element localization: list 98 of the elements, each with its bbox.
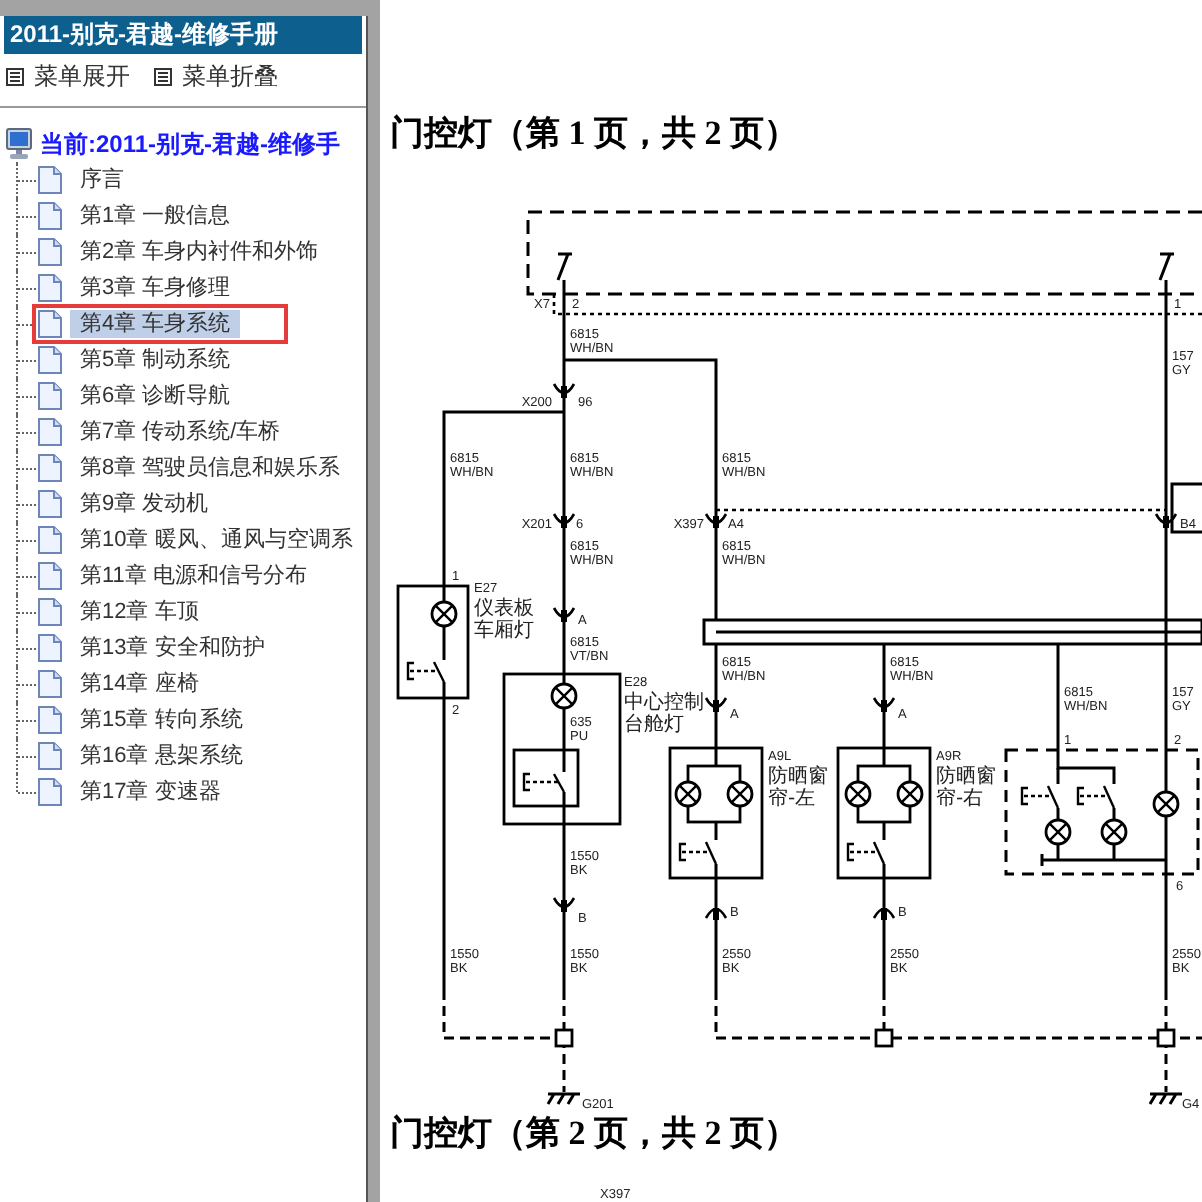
sidebar-title: 2011-别克-君越-维修手册 [4,16,362,54]
lamp-icon [430,600,458,628]
wire-line [882,644,886,766]
wire-loop [856,764,912,824]
tree-item[interactable]: 第6章 诊断导航 [70,382,241,410]
wire-line [882,864,886,990]
document-icon [38,598,62,626]
tree-item[interactable]: 第2章 车身内衬件和外饰 [70,238,329,266]
component-box [836,746,932,880]
document-icon [38,778,62,806]
lamp-icon [1100,818,1128,846]
tree-item[interactable]: 第15章 转向系统 [70,706,253,734]
tree-item[interactable]: 第12章 车顶 [70,598,209,626]
ground-icon [1148,1092,1184,1106]
document-icon [38,742,62,770]
tree-item[interactable]: 第5章 制动系统 [70,346,241,374]
tree-item[interactable]: 第14章 座椅 [70,670,209,698]
dashed-wire [442,990,556,1040]
wire-line [714,644,718,766]
tree-item[interactable]: 第3章 车身修理 [70,274,241,302]
document-icon [38,310,62,338]
connector-icon [704,513,728,528]
connector-icon [1154,513,1178,528]
document-icon [38,238,62,266]
switch-icon [846,841,886,865]
splice-icon [874,1028,894,1048]
document-icon [38,382,62,410]
connector-icon [872,697,896,712]
lamp-icon [674,780,702,808]
tree-item[interactable]: 第13章 安全和防护 [70,634,275,662]
switch-icon [1158,252,1176,282]
lamp-icon [726,780,754,808]
document-icon [38,166,62,194]
tree-item[interactable]: 序言 [70,166,134,194]
connector-icon [552,383,576,398]
wire-loop [686,764,742,824]
tree-item[interactable]: 第1章 一般信息 [70,202,241,230]
splice-icon [554,1028,574,1048]
wire-line [714,822,718,840]
tree-item[interactable]: 第16章 悬架系统 [70,742,253,770]
tree-item[interactable]: 第8章 驾驶员信息和娱乐系 [70,454,351,482]
wire-line [442,626,446,660]
connector-icon [552,513,576,528]
connector-icon [552,607,576,622]
lamp-icon [1044,818,1072,846]
document-icon [38,634,62,662]
switch-icon [1020,785,1060,809]
tree-item[interactable]: 第9章 发动机 [70,490,219,518]
component-name: 中心控制台舱灯 [624,692,704,736]
document-icon [38,706,62,734]
document-icon [38,670,62,698]
switch-icon [556,252,574,282]
list-icon [154,67,172,85]
tree-item[interactable]: 第7章 传动系统/车桥 [70,418,291,446]
component-name: 仪表板车厢灯 [474,598,534,642]
lamp-icon [896,780,924,808]
collapse-menu-button[interactable]: 菜单折叠 [154,59,278,93]
list-icon [6,67,24,85]
component-box [668,746,764,880]
document-icon [38,454,62,482]
wire-line [1056,808,1060,820]
connector-icon [704,907,728,920]
component-box [396,584,470,700]
document-icon [38,526,62,554]
wire-line [882,822,886,840]
tree-item[interactable]: 第17章 变速器 [70,778,231,806]
document-icon [38,490,62,518]
computer-icon [6,128,32,160]
ground-icon [546,1092,582,1106]
dashed-wire [562,990,566,1092]
expand-menu-button[interactable]: 菜单展开 [6,59,130,93]
switch-icon [406,661,446,683]
connector-icon [872,907,896,920]
wire-line [562,708,566,772]
tree-item[interactable]: 第4章 车身系统 [70,310,241,338]
connector-icon [704,697,728,712]
document-icon [38,418,62,446]
lamp-icon [550,682,578,710]
component-name: 防晒窗帘-右 [936,766,996,810]
document-icon [38,346,62,374]
switch-icon [522,772,566,793]
lamp-icon [1152,790,1180,818]
document-icon [38,562,62,590]
tree-item[interactable]: 第11章 电源和信号分布 [70,562,317,590]
tree-item[interactable]: 第10章 暖风、通风与空调系 [70,526,363,554]
switch-icon [1076,785,1116,809]
lamp-icon [844,780,872,808]
component-name: 防晒窗帘-左 [768,766,828,810]
wire-line [1112,808,1116,820]
splice-icon [1156,1028,1176,1048]
document-icon [38,274,62,302]
connector-icon [552,897,576,912]
switch-icon [678,841,718,865]
page-heading: 门控灯（第 2 页，共 2 页） [390,1112,798,1156]
page-heading: 门控灯（第 1 页，共 2 页） [390,112,798,156]
document-icon [38,202,62,230]
wire-line [714,864,718,990]
tree-root-label[interactable]: 当前:2011-别克-君越-维修手 [40,127,341,161]
